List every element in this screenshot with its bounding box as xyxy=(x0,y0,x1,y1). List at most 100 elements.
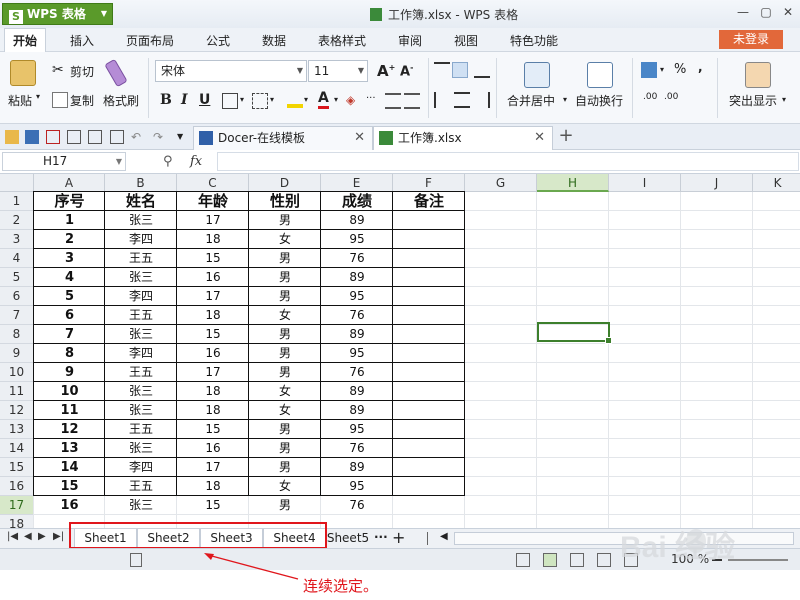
table-cell[interactable] xyxy=(393,211,465,230)
new-tab-button[interactable]: + xyxy=(557,126,575,146)
decrease-decimal-icon[interactable]: .00 xyxy=(664,92,678,102)
row-header-8[interactable]: 8 xyxy=(0,325,34,344)
table-cell[interactable] xyxy=(393,382,465,401)
app-menu-button[interactable]: S WPS 表格 ▼ xyxy=(2,3,113,25)
table-cell[interactable]: 王五 xyxy=(105,420,177,439)
prev-sheet-icon[interactable]: ◀ xyxy=(24,531,32,542)
table-cell[interactable]: 女 xyxy=(249,230,321,249)
row-header-9[interactable]: 9 xyxy=(0,344,34,363)
table-cell[interactable] xyxy=(393,268,465,287)
table-header-cell[interactable]: 成绩 xyxy=(321,192,393,211)
column-header-h[interactable]: H xyxy=(537,174,609,192)
table-cell[interactable] xyxy=(393,344,465,363)
table-cell[interactable]: 男 xyxy=(249,496,321,515)
table-cell[interactable]: 12 xyxy=(34,420,105,439)
table-cell[interactable]: 95 xyxy=(321,477,393,496)
formula-input[interactable] xyxy=(217,152,799,171)
row-header-4[interactable]: 4 xyxy=(0,249,34,268)
page-break-view-icon[interactable] xyxy=(570,553,584,567)
table-cell[interactable]: 李四 xyxy=(105,287,177,306)
chevron-down-icon[interactable]: ▾ xyxy=(660,65,664,74)
row-header-7[interactable]: 7 xyxy=(0,306,34,325)
highlight-icon[interactable] xyxy=(745,62,771,88)
italic-icon[interactable]: I xyxy=(181,92,188,108)
align-left-icon[interactable] xyxy=(434,92,450,108)
table-cell[interactable]: 17 xyxy=(177,287,249,306)
more-sheets-icon[interactable]: ··· xyxy=(374,530,388,544)
chevron-down-icon[interactable]: ▾ xyxy=(240,95,244,104)
row-header-3[interactable]: 3 xyxy=(0,230,34,249)
table-header-cell[interactable]: 序号 xyxy=(34,192,105,211)
tab-docer[interactable]: Docer-在线模板 ✕ xyxy=(193,126,373,150)
table-cell[interactable]: 3 xyxy=(34,249,105,268)
wrap-text-button[interactable]: 自动换行 xyxy=(575,92,623,109)
table-cell[interactable]: 16 xyxy=(177,344,249,363)
column-header-d[interactable]: D xyxy=(249,174,321,192)
table-header-cell[interactable]: 年龄 xyxy=(177,192,249,211)
row-header-1[interactable]: 1 xyxy=(0,192,34,211)
table-cell[interactable]: 女 xyxy=(249,306,321,325)
align-right-icon[interactable] xyxy=(474,92,490,108)
table-cell[interactable]: 76 xyxy=(321,363,393,382)
maximize-icon[interactable]: ▢ xyxy=(758,4,774,20)
table-cell[interactable] xyxy=(393,306,465,325)
table-cell[interactable]: 4 xyxy=(34,268,105,287)
table-cell[interactable]: 8 xyxy=(34,344,105,363)
close-icon[interactable]: ✕ xyxy=(354,127,365,149)
next-sheet-icon[interactable]: ▶ xyxy=(38,531,46,542)
select-all-corner[interactable] xyxy=(0,174,34,192)
table-cell[interactable]: 6 xyxy=(34,306,105,325)
table-cell[interactable]: 18 xyxy=(177,382,249,401)
table-cell[interactable] xyxy=(393,287,465,306)
borders-icon[interactable] xyxy=(222,93,238,109)
column-header-c[interactable]: C xyxy=(177,174,249,192)
table-cell[interactable]: 16 xyxy=(177,439,249,458)
table-cell[interactable]: 王五 xyxy=(105,477,177,496)
table-cell[interactable]: 男 xyxy=(249,287,321,306)
menu-home[interactable]: 开始 xyxy=(4,28,47,52)
cut-button[interactable]: 剪切 xyxy=(70,63,94,80)
chevron-down-icon[interactable]: ▾ xyxy=(270,95,274,104)
column-header-f[interactable]: F xyxy=(393,174,465,192)
chevron-down-icon[interactable]: ▾ xyxy=(782,95,786,104)
print-preview-icon[interactable] xyxy=(88,130,102,144)
table-cell[interactable]: 1 xyxy=(34,211,105,230)
indent-icon[interactable] xyxy=(385,93,401,109)
table-cell[interactable]: 张三 xyxy=(105,325,177,344)
copy-button[interactable]: 复制 xyxy=(70,92,94,109)
chevron-down-icon[interactable]: ▾ xyxy=(334,95,338,104)
table-cell[interactable]: 女 xyxy=(249,382,321,401)
tab-workbook[interactable]: 工作簿.xlsx ✕ xyxy=(373,126,553,150)
table-header-cell[interactable]: 性别 xyxy=(249,192,321,211)
column-header-j[interactable]: J xyxy=(681,174,753,192)
font-size-select[interactable]: 11 ▼ xyxy=(308,60,368,82)
menu-view[interactable]: 视图 xyxy=(454,32,478,49)
table-cell[interactable]: 13 xyxy=(34,439,105,458)
table-cell[interactable]: 95 xyxy=(321,420,393,439)
align-center-icon[interactable] xyxy=(454,92,470,108)
table-cell[interactable]: 11 xyxy=(34,401,105,420)
table-cell[interactable]: 15 xyxy=(177,420,249,439)
table-cell[interactable]: 男 xyxy=(249,344,321,363)
table-cell[interactable]: 89 xyxy=(321,401,393,420)
table-cell[interactable]: 18 xyxy=(177,306,249,325)
table-cell[interactable]: 76 xyxy=(321,439,393,458)
close-window-icon[interactable]: ✕ xyxy=(780,4,796,20)
thousands-icon[interactable]: , xyxy=(698,60,703,74)
spreadsheet-grid[interactable]: A B C D E F G H I J K 1 2 3 4 5 6 7 8 9 10 11 12 13 14 15 16 17 18 序号… xyxy=(0,174,800,528)
table-cell[interactable]: 14 xyxy=(34,458,105,477)
chevron-down-icon[interactable]: ▾ xyxy=(563,95,567,104)
table-cell[interactable]: 张三 xyxy=(105,382,177,401)
last-sheet-icon[interactable]: ▶| xyxy=(53,531,64,542)
redo-icon[interactable]: ↷ xyxy=(153,130,167,144)
table-cell[interactable]: 男 xyxy=(249,420,321,439)
row-header-16[interactable]: 16 xyxy=(0,477,34,496)
table-cell[interactable]: 王五 xyxy=(105,363,177,382)
table-cell[interactable]: 李四 xyxy=(105,458,177,477)
macro-icon[interactable] xyxy=(130,553,142,567)
table-cell[interactable]: 17 xyxy=(177,458,249,477)
table-cell[interactable]: 男 xyxy=(249,268,321,287)
row-header-2[interactable]: 2 xyxy=(0,211,34,230)
table-cell[interactable]: 张三 xyxy=(105,401,177,420)
table-cell[interactable]: 9 xyxy=(34,363,105,382)
